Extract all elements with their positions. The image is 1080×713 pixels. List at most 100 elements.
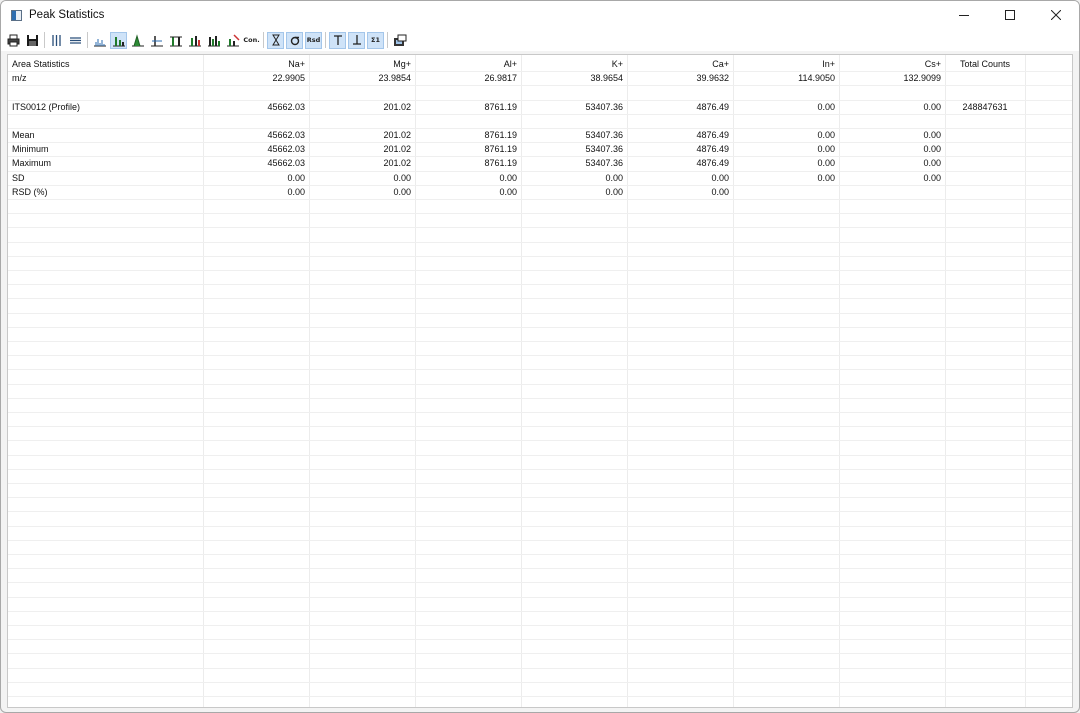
maximize-button[interactable] [987,1,1033,29]
export-button[interactable] [391,32,408,49]
table-cell[interactable]: 45662.03 [203,128,309,142]
row-label-cell[interactable]: ITS0012 (Profile) [8,100,203,114]
close-icon [1051,10,1061,20]
table-cell[interactable]: 0.00 [309,171,415,185]
table-cell[interactable]: 0.00 [521,185,627,199]
table-cell[interactable]: 8761.19 [415,128,521,142]
column-header-cell[interactable]: Al+ [415,57,521,71]
peak-edit-icon [226,33,240,46]
column-header-cell[interactable]: K+ [521,57,627,71]
table-cell[interactable]: 114.9050 [733,71,839,85]
table-cell[interactable]: 4876.49 [627,156,733,170]
rows-button[interactable] [67,32,84,49]
table-cell[interactable]: 0.00 [839,142,945,156]
row-label-cell[interactable]: Area Statistics [8,57,203,71]
table-cell[interactable]: 53407.36 [521,100,627,114]
table-cell[interactable]: 4876.49 [627,142,733,156]
table-cell[interactable]: 0.00 [203,171,309,185]
peak-area-icon [112,36,125,46]
row-label-cell[interactable]: Maximum [8,156,203,170]
table-cell[interactable]: 0.00 [309,185,415,199]
peak-statistics-table[interactable]: Area Statistics Na+ Mg+ Al+ K+ Ca+ In+ Cs+ Total… [7,54,1073,708]
table-cell[interactable]: 0.00 [521,171,627,185]
minimum-button[interactable] [348,31,365,49]
table-cell[interactable]: 4876.49 [627,128,733,142]
table-cell[interactable]: 201.02 [309,128,415,142]
table-cell[interactable]: 0.00 [839,100,945,114]
row-label-cell[interactable]: SD [8,171,203,185]
table-cell[interactable]: 0.00 [733,128,839,142]
table-cell[interactable]: 8761.19 [415,100,521,114]
table-cell[interactable] [839,185,945,199]
column-header-cell[interactable]: Total Counts [945,57,1025,71]
table-cell[interactable]: 8761.19 [415,156,521,170]
column-header-cell[interactable]: Cs+ [839,57,945,71]
table-cell[interactable]: 0.00 [839,171,945,185]
table-cell[interactable]: 8761.19 [415,142,521,156]
table-cell[interactable]: 45662.03 [203,142,309,156]
peak-range-button[interactable] [186,32,203,49]
table-cell[interactable] [733,185,839,199]
table-cell[interactable]: 53407.36 [521,142,627,156]
table-cell[interactable]: 26.9817 [415,71,521,85]
table-cell[interactable]: 0.00 [415,171,521,185]
row-label-cell[interactable]: Mean [8,128,203,142]
peak-multi-button[interactable] [205,32,222,49]
columns-button[interactable] [48,32,65,49]
row-divider [8,199,1072,200]
row-label-cell[interactable]: m/z [8,71,203,85]
sum-button[interactable]: Σ1 [367,31,384,49]
table-cell[interactable]: 45662.03 [203,156,309,170]
spectrum-button[interactable] [91,32,108,49]
table-cell[interactable] [945,142,1025,156]
concentration-button[interactable]: Con. [243,32,260,49]
table-cell[interactable] [945,71,1025,85]
table-cell[interactable] [945,156,1025,170]
rsd-button[interactable]: Rsd [305,31,322,49]
column-header-cell[interactable]: Na+ [203,57,309,71]
table-cell[interactable]: 0.00 [415,185,521,199]
row-label-cell[interactable]: RSD (%) [8,185,203,199]
table-cell[interactable]: 201.02 [309,142,415,156]
close-button[interactable] [1033,1,1079,29]
table-cell[interactable]: 201.02 [309,100,415,114]
row-label-cell[interactable]: Minimum [8,142,203,156]
minimize-button[interactable] [941,1,987,29]
table-cell[interactable]: 38.9654 [521,71,627,85]
table-cell[interactable]: 0.00 [839,156,945,170]
table-cell[interactable]: 0.00 [733,142,839,156]
table-cell[interactable]: 39.9632 [627,71,733,85]
table-cell[interactable]: 22.9905 [203,71,309,85]
peak-edit-button[interactable] [224,32,241,49]
table-cell[interactable]: 53407.36 [521,128,627,142]
table-cell[interactable]: 53407.36 [521,156,627,170]
table-cell[interactable]: 23.9854 [309,71,415,85]
table-cell[interactable]: 0.00 [839,128,945,142]
time-button[interactable] [267,31,284,49]
table-cell[interactable]: 132.9099 [839,71,945,85]
table-cell[interactable] [945,185,1025,199]
table-cell[interactable]: 0.00 [733,100,839,114]
peak-width-button[interactable] [167,32,184,49]
print-button[interactable] [5,32,22,49]
table-cell[interactable]: 0.00 [627,171,733,185]
peak-area-button[interactable] [110,31,127,49]
table-cell[interactable]: 0.00 [733,171,839,185]
column-header-cell[interactable]: Ca+ [627,57,733,71]
table-cell[interactable]: 0.00 [627,185,733,199]
table-cell[interactable]: 0.00 [203,185,309,199]
table-cell[interactable] [945,171,1025,185]
table-cell[interactable]: 248847631 [945,100,1025,114]
column-header-cell[interactable]: In+ [733,57,839,71]
table-cell[interactable] [945,128,1025,142]
peak-button[interactable] [129,32,146,49]
table-cell[interactable]: 201.02 [309,156,415,170]
maximum-button[interactable] [329,31,346,49]
column-header-cell[interactable]: Mg+ [309,57,415,71]
sigma-lower-button[interactable] [286,31,303,49]
table-cell[interactable]: 0.00 [733,156,839,170]
table-cell[interactable]: 4876.49 [627,100,733,114]
save-button[interactable] [24,32,41,49]
peak-height-button[interactable] [148,32,165,49]
table-cell[interactable]: 45662.03 [203,100,309,114]
